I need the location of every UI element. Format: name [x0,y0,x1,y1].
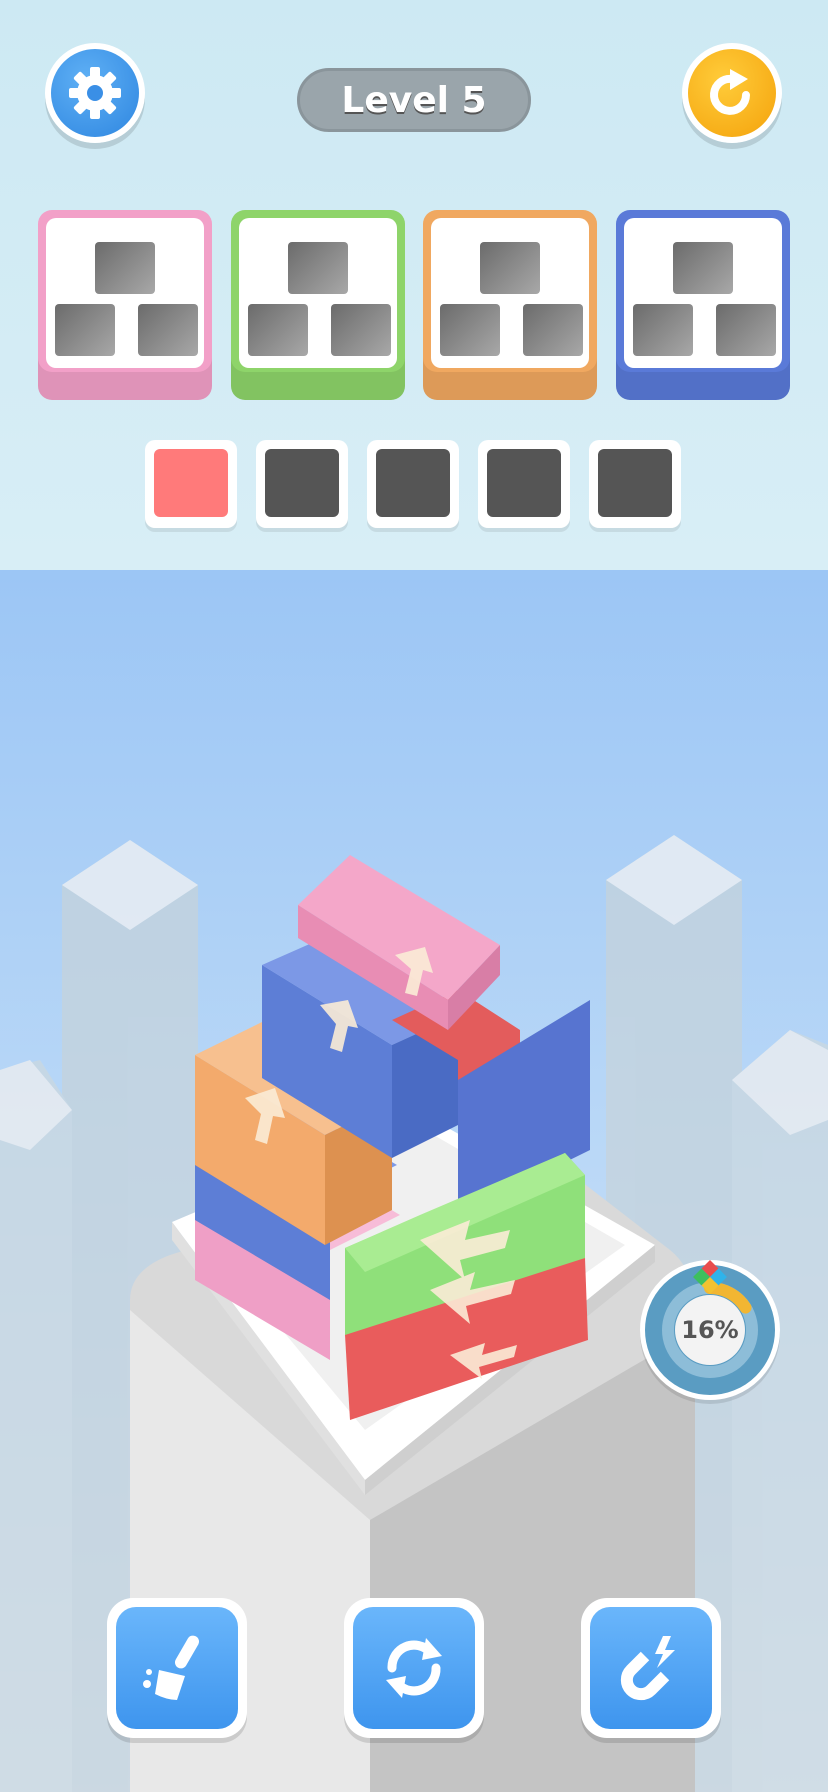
progress-ring: 16% [640,1260,780,1400]
restart-arrow-icon [710,69,750,115]
goal-slot [440,304,500,356]
level-label: Level 5 [297,68,531,132]
restart-button[interactable] [682,43,782,143]
tray-slot [478,440,570,528]
goal-slot [288,242,348,294]
goal-slot [95,242,155,294]
goal-slot [138,304,198,356]
goal-slot [633,304,693,356]
goal-card-orange [423,210,597,400]
tray-slot [256,440,348,528]
tray-cell [598,449,672,517]
goal-card-inner [239,218,397,368]
goal-card-inner [46,218,204,368]
goal-slot [248,304,308,356]
tray-slot [145,440,237,528]
magnet-button[interactable] [581,1598,721,1738]
goal-card-pink [38,210,212,400]
broom-icon [143,1635,199,1700]
goal-slot [523,304,583,356]
goal-slot [55,304,115,356]
progress-label: 16% [675,1295,745,1365]
magnet-icon [620,1636,675,1701]
goal-slot [716,304,776,356]
gear-icon [69,67,121,119]
tray-slot [589,440,681,528]
shuffle-icon [386,1638,442,1698]
goal-card-inner [431,218,589,368]
goal-card-blue [616,210,790,400]
goal-slot [480,242,540,294]
goal-card-inner [624,218,782,368]
tray-cell [265,449,339,517]
color-diamond-icon [693,1260,727,1294]
top-panel: Level 5 [0,0,828,570]
settings-button[interactable] [45,43,145,143]
tray-cell [487,449,561,517]
broom-button[interactable] [107,1598,247,1738]
goal-slot [673,242,733,294]
goal-card-green [231,210,405,400]
goal-slot [331,304,391,356]
shuffle-button[interactable] [344,1598,484,1738]
tray-cell [376,449,450,517]
tray-slot [367,440,459,528]
tray-cell [154,449,228,517]
